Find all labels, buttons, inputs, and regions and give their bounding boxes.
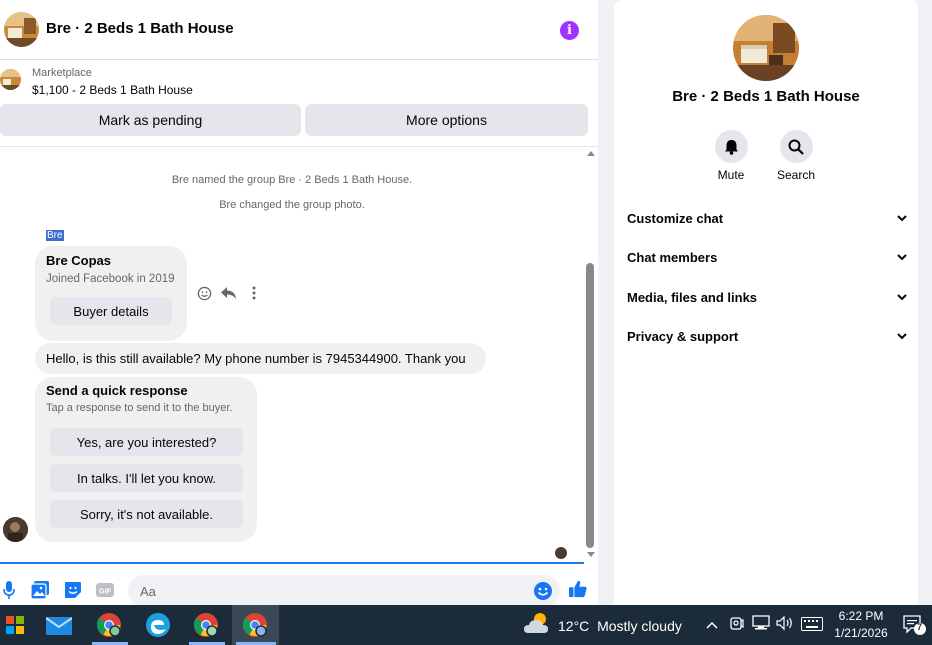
chrome-active-icon[interactable] [240, 610, 270, 640]
marketplace-listing[interactable]: Marketplace $1,100 - 2 Beds 1 Bath House [0, 61, 598, 101]
quick-response-option[interactable]: Sorry, it's not available. [50, 500, 243, 528]
listing-source: Marketplace [32, 67, 92, 79]
taskbar: 12°C Mostly cloudy 6:22 PM 1/21/2026 7 [0, 605, 932, 645]
section-privacy-support[interactable]: Privacy & support [627, 322, 907, 350]
temperature: 12°C [558, 618, 590, 634]
group-avatar[interactable] [4, 12, 39, 47]
buyer-details-button[interactable]: Buyer details [50, 297, 172, 325]
search-button[interactable]: Search [766, 130, 826, 182]
chevron-up-icon[interactable] [706, 617, 718, 632]
clock-date: 1/21/2026 [834, 626, 888, 640]
search-icon [779, 130, 813, 163]
mark-as-pending-button[interactable]: Mark as pending [0, 104, 301, 136]
section-label: Chat members [627, 249, 718, 265]
section-label: Customize chat [627, 210, 724, 226]
sender-avatar[interactable] [3, 517, 28, 542]
scroll-down-icon[interactable] [587, 552, 595, 557]
section-media-files[interactable]: Media, files and links [627, 283, 907, 311]
quick-response-subtitle: Tap a response to send it to the buyer. [46, 402, 233, 414]
start-icon[interactable] [0, 610, 30, 640]
chat-panel: Bre · 2 Beds 1 Bath House i Marketplace … [0, 0, 598, 607]
edge-icon[interactable] [143, 610, 173, 640]
meet-now-icon[interactable] [730, 615, 744, 634]
chat-title[interactable]: Bre · 2 Beds 1 Bath House [46, 20, 234, 37]
more-vertical-icon[interactable] [246, 285, 262, 301]
message-tools [196, 285, 262, 301]
buyer-joined: Joined Facebook in 2019 [46, 273, 175, 285]
buyer-name: Bre Copas [46, 253, 112, 268]
message-text: Hello, is this still available? My phone… [46, 351, 466, 366]
like-icon[interactable] [569, 580, 587, 598]
system-message: Bre named the group Bre · 2 Beds 1 Bath … [171, 174, 413, 186]
quick-response-option[interactable]: Yes, are you interested? [50, 428, 243, 456]
notification-icon[interactable]: 7 [903, 614, 927, 639]
scroll-thumb[interactable] [586, 263, 594, 548]
section-customize-chat[interactable]: Customize chat [627, 204, 907, 232]
react-icon[interactable] [196, 285, 212, 301]
buyer-card: Bre Copas Joined Facebook in 2019 Buyer … [35, 246, 187, 341]
system-message: Bre changed the group photo. [219, 199, 365, 211]
clock-time: 6:22 PM [838, 609, 884, 623]
keyboard-icon[interactable] [801, 617, 823, 634]
listing-title: $1,100 - 2 Beds 1 Bath House [32, 83, 193, 97]
sender-name: Bre [46, 230, 64, 241]
clock[interactable]: 6:22 PM 1/21/2026 [828, 608, 894, 642]
message-list: Bre named the group Bre · 2 Beds 1 Bath … [0, 147, 584, 562]
sticker-icon[interactable] [64, 581, 82, 599]
svg-text:GIF: GIF [99, 587, 112, 596]
quick-response-option[interactable]: In talks. I'll let you know. [50, 464, 243, 492]
reply-icon[interactable] [221, 285, 237, 301]
section-label: Privacy & support [627, 328, 739, 344]
incoming-message: Hello, is this still available? My phone… [35, 343, 486, 374]
cloudy-icon [524, 613, 548, 633]
scrollbar[interactable] [584, 147, 598, 562]
chrome-icon[interactable] [94, 610, 124, 640]
gif-icon[interactable]: GIF [96, 581, 114, 599]
composer-focus-line [0, 562, 584, 564]
chevron-down-icon [897, 214, 907, 221]
chrome-profile-icon[interactable] [191, 610, 221, 640]
section-chat-members[interactable]: Chat members [627, 243, 907, 271]
chat-header: Bre · 2 Beds 1 Bath House i [0, 0, 598, 60]
section-label: Media, files and links [627, 289, 758, 305]
scroll-up-icon[interactable] [587, 151, 595, 156]
chevron-down-icon [897, 253, 907, 260]
volume-icon[interactable] [776, 615, 794, 634]
panel-title: Bre · 2 Beds 1 Bath House [672, 88, 860, 105]
chevron-down-icon [897, 293, 907, 300]
message-input[interactable]: Aa [128, 575, 560, 607]
weather-text[interactable]: 12°C Mostly cloudy [558, 618, 682, 634]
weather-widget[interactable] [524, 611, 552, 635]
composer: GIF Aa [0, 568, 598, 607]
weather-condition: Mostly cloudy [597, 618, 682, 634]
network-icon[interactable] [752, 615, 770, 634]
group-photo[interactable] [733, 15, 799, 81]
emoji-icon[interactable] [534, 582, 552, 600]
info-icon[interactable]: i [560, 21, 579, 40]
chat-details-panel: Bre · 2 Beds 1 Bath House Mute Search Cu… [614, 0, 918, 605]
listing-thumbnail [0, 69, 21, 90]
mute-button[interactable]: Mute [701, 130, 761, 182]
more-options-button[interactable]: More options [305, 104, 588, 136]
bell-icon [714, 130, 748, 163]
quick-response-title: Send a quick response [46, 383, 188, 398]
notification-count: 7 [917, 622, 923, 632]
chevron-down-icon [897, 332, 907, 339]
mail-icon[interactable] [44, 610, 74, 640]
search-label: Search [776, 168, 816, 182]
quick-response-card: Send a quick response Tap a response to … [35, 377, 257, 542]
message-input-placeholder: Aa [140, 584, 156, 599]
mute-label: Mute [717, 168, 745, 182]
seen-indicator-avatar [555, 547, 567, 559]
microphone-icon[interactable] [0, 581, 18, 599]
messenger-app: Bre · 2 Beds 1 Bath House i Marketplace … [0, 0, 932, 607]
photo-icon[interactable] [31, 581, 49, 599]
